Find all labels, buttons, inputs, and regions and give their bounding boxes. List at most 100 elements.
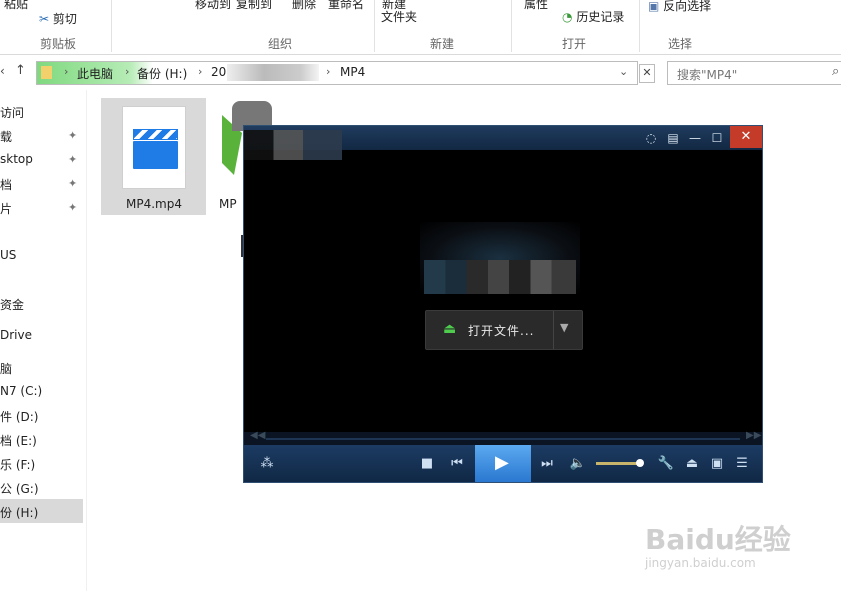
breadcrumb-folder-20[interactable]: 20 [211,65,226,79]
nav-item-drive-c[interactable]: N7 (C:) [0,384,42,398]
divider [111,0,112,52]
invert-selection-icon: ▣ [648,0,660,13]
nav-item-this-pc[interactable]: 脑 [0,360,12,377]
folder-icon [41,66,52,79]
file-item-mp4[interactable]: MP4.mp4 [101,98,206,215]
fast-forward-icon[interactable]: ▶▶ [746,430,761,441]
nav-item-drive-h[interactable]: 份 (H:) [0,504,38,521]
watermark: Baidu经验 jingyan.baidu.com [645,500,805,580]
volume-icon[interactable]: 🔈 [567,445,589,482]
properties-button[interactable]: 属性 [524,0,548,12]
pin-icon: ✦ [68,201,78,214]
eject-icon: ⏏ [443,321,457,337]
footprint-icon[interactable]: ⁂ [256,445,278,482]
chevron-right-icon: › [125,65,130,78]
delete-button[interactable]: 删除 [292,0,316,12]
cut-button[interactable]: ✂ 剪切 [39,10,77,27]
up-arrow-icon[interactable]: ↑ [15,63,26,78]
nav-item-desktop[interactable]: sktop [0,152,33,166]
rename-button[interactable]: 重命名 [328,0,364,12]
chevron-right-icon: › [64,65,69,78]
history-label: 历史记录 [576,10,625,24]
nav-item-quick-access[interactable]: 访问 [0,104,24,121]
cut-label: 剪切 [52,12,77,26]
nav-item-drive-e[interactable]: 档 (E:) [0,432,37,449]
media-player-window[interactable]: ◌ ▤ — ☐ ✕ ⏏ 打开文件... ▼ ◀◀ ▶▶ ⁂ ■ ⏮ ▶ ⏭ 🔈 … [243,125,763,483]
chevron-right-icon: › [326,65,331,78]
close-icon[interactable]: ✕ [730,126,762,148]
copy-to-button[interactable]: 复制到 [236,0,272,12]
chevron-down-icon[interactable]: ▼ [560,321,568,334]
maximize-icon[interactable]: ☐ [706,126,728,150]
divider [553,311,554,349]
group-label-open: 打开 [562,37,587,51]
paste-button[interactable]: 粘贴 [4,0,28,12]
nav-item-drive-g[interactable]: 公 (G:) [0,480,39,497]
move-to-button[interactable]: 移动到 [195,0,231,12]
nav-item-pictures[interactable]: 片 [0,200,12,217]
file-name-second: MP [219,197,237,211]
blurred-logo-text [424,260,576,294]
volume-slider[interactable] [596,459,644,467]
volume-knob[interactable] [636,459,644,467]
invert-selection-button[interactable]: ▣ 反向选择 [648,0,711,14]
logo-blurred [420,222,580,294]
nav-item-us[interactable]: US [0,248,16,262]
play-button[interactable]: ▶ [475,445,531,482]
previous-icon[interactable]: ⏮ [446,445,468,482]
close-icon[interactable]: ✕ [639,64,655,83]
image-icon[interactable]: ▣ [706,445,728,482]
invert-selection-label: 反向选择 [663,0,712,13]
history-button[interactable]: ◔ 历史记录 [562,8,624,25]
nav-item-downloads[interactable]: 载 [0,128,12,145]
seek-bar[interactable]: ◀◀ ▶▶ [244,430,762,445]
ribbon: 粘贴 ✂ 剪切 剪贴板 移动到 复制到 删除 重命名 组织 新建 文件夹 新建 … [0,0,841,55]
divider [639,0,640,52]
divider [511,0,512,52]
group-label-clipboard: 剪贴板 [40,37,77,51]
divider [374,0,375,52]
nav-item-documents[interactable]: 档 [0,176,12,193]
chevron-down-icon[interactable]: ⌄ [619,65,628,78]
scissors-icon: ✂ [39,12,50,26]
search-input[interactable]: 搜索"MP4" [677,66,737,83]
playlist-icon[interactable]: ☰ [731,445,753,482]
open-file-button[interactable]: ⏏ 打开文件... ▼ [425,310,583,350]
player-titlebar[interactable]: ◌ ▤ — ☐ ✕ [244,126,762,160]
speech-bubble-icon[interactable]: ◌ [640,126,662,150]
video-file-icon [122,106,186,189]
new-folder-button[interactable]: 文件夹 [381,8,417,25]
seek-track[interactable] [266,438,740,440]
eject-icon[interactable]: ⏏ [681,445,703,482]
minimize-icon[interactable]: — [684,126,706,150]
search-icon[interactable]: ⌕ [832,64,839,79]
chevron-right-icon: › [198,65,203,78]
blurred-title [244,130,342,160]
control-bar: ⁂ ■ ⏮ ▶ ⏭ 🔈 🔧 ⏏ ▣ ☰ [244,445,762,482]
breadcrumb-this-pc[interactable]: 此电脑 [77,65,113,82]
file-name: MP4.mp4 [126,197,182,211]
pin-icon: ✦ [68,153,78,166]
blurred-region [227,64,319,81]
nav-item-drive-f[interactable]: 乐 (F:) [0,456,35,473]
pin-icon: ✦ [68,177,78,190]
navigation-pane: 访问 载 ✦ sktop ✦ 档 ✦ 片 ✦ US 资金 Drive 脑 N7 … [0,90,87,591]
group-label-select: 选择 [668,37,693,51]
layout-icon[interactable]: ▤ [662,126,684,150]
open-file-label: 打开文件... [468,324,535,338]
stop-icon[interactable]: ■ [416,445,438,482]
breadcrumb-mp4[interactable]: MP4 [340,65,365,79]
wrench-icon[interactable]: 🔧 [655,445,677,482]
nav-item-funds[interactable]: 资金 [0,296,24,313]
breadcrumb-backup-drive[interactable]: 备份 (H:) [137,65,187,82]
watermark-brand: Baidu经验 [645,523,791,556]
pin-icon: ✦ [68,129,78,142]
nav-item-drive-d[interactable]: 件 (D:) [0,408,38,425]
next-icon[interactable]: ⏭ [536,445,558,482]
search-box[interactable]: 搜索"MP4" ⌕ [667,61,841,85]
back-arrow-icon[interactable]: ‹ [0,64,5,78]
nav-item-onedrive[interactable]: Drive [0,328,32,342]
play-icon: ▶ [495,452,509,473]
address-bar[interactable]: › 此电脑 › 备份 (H:) › 20 › MP4 ⌄ [36,61,638,85]
rewind-icon[interactable]: ◀◀ [250,430,265,441]
